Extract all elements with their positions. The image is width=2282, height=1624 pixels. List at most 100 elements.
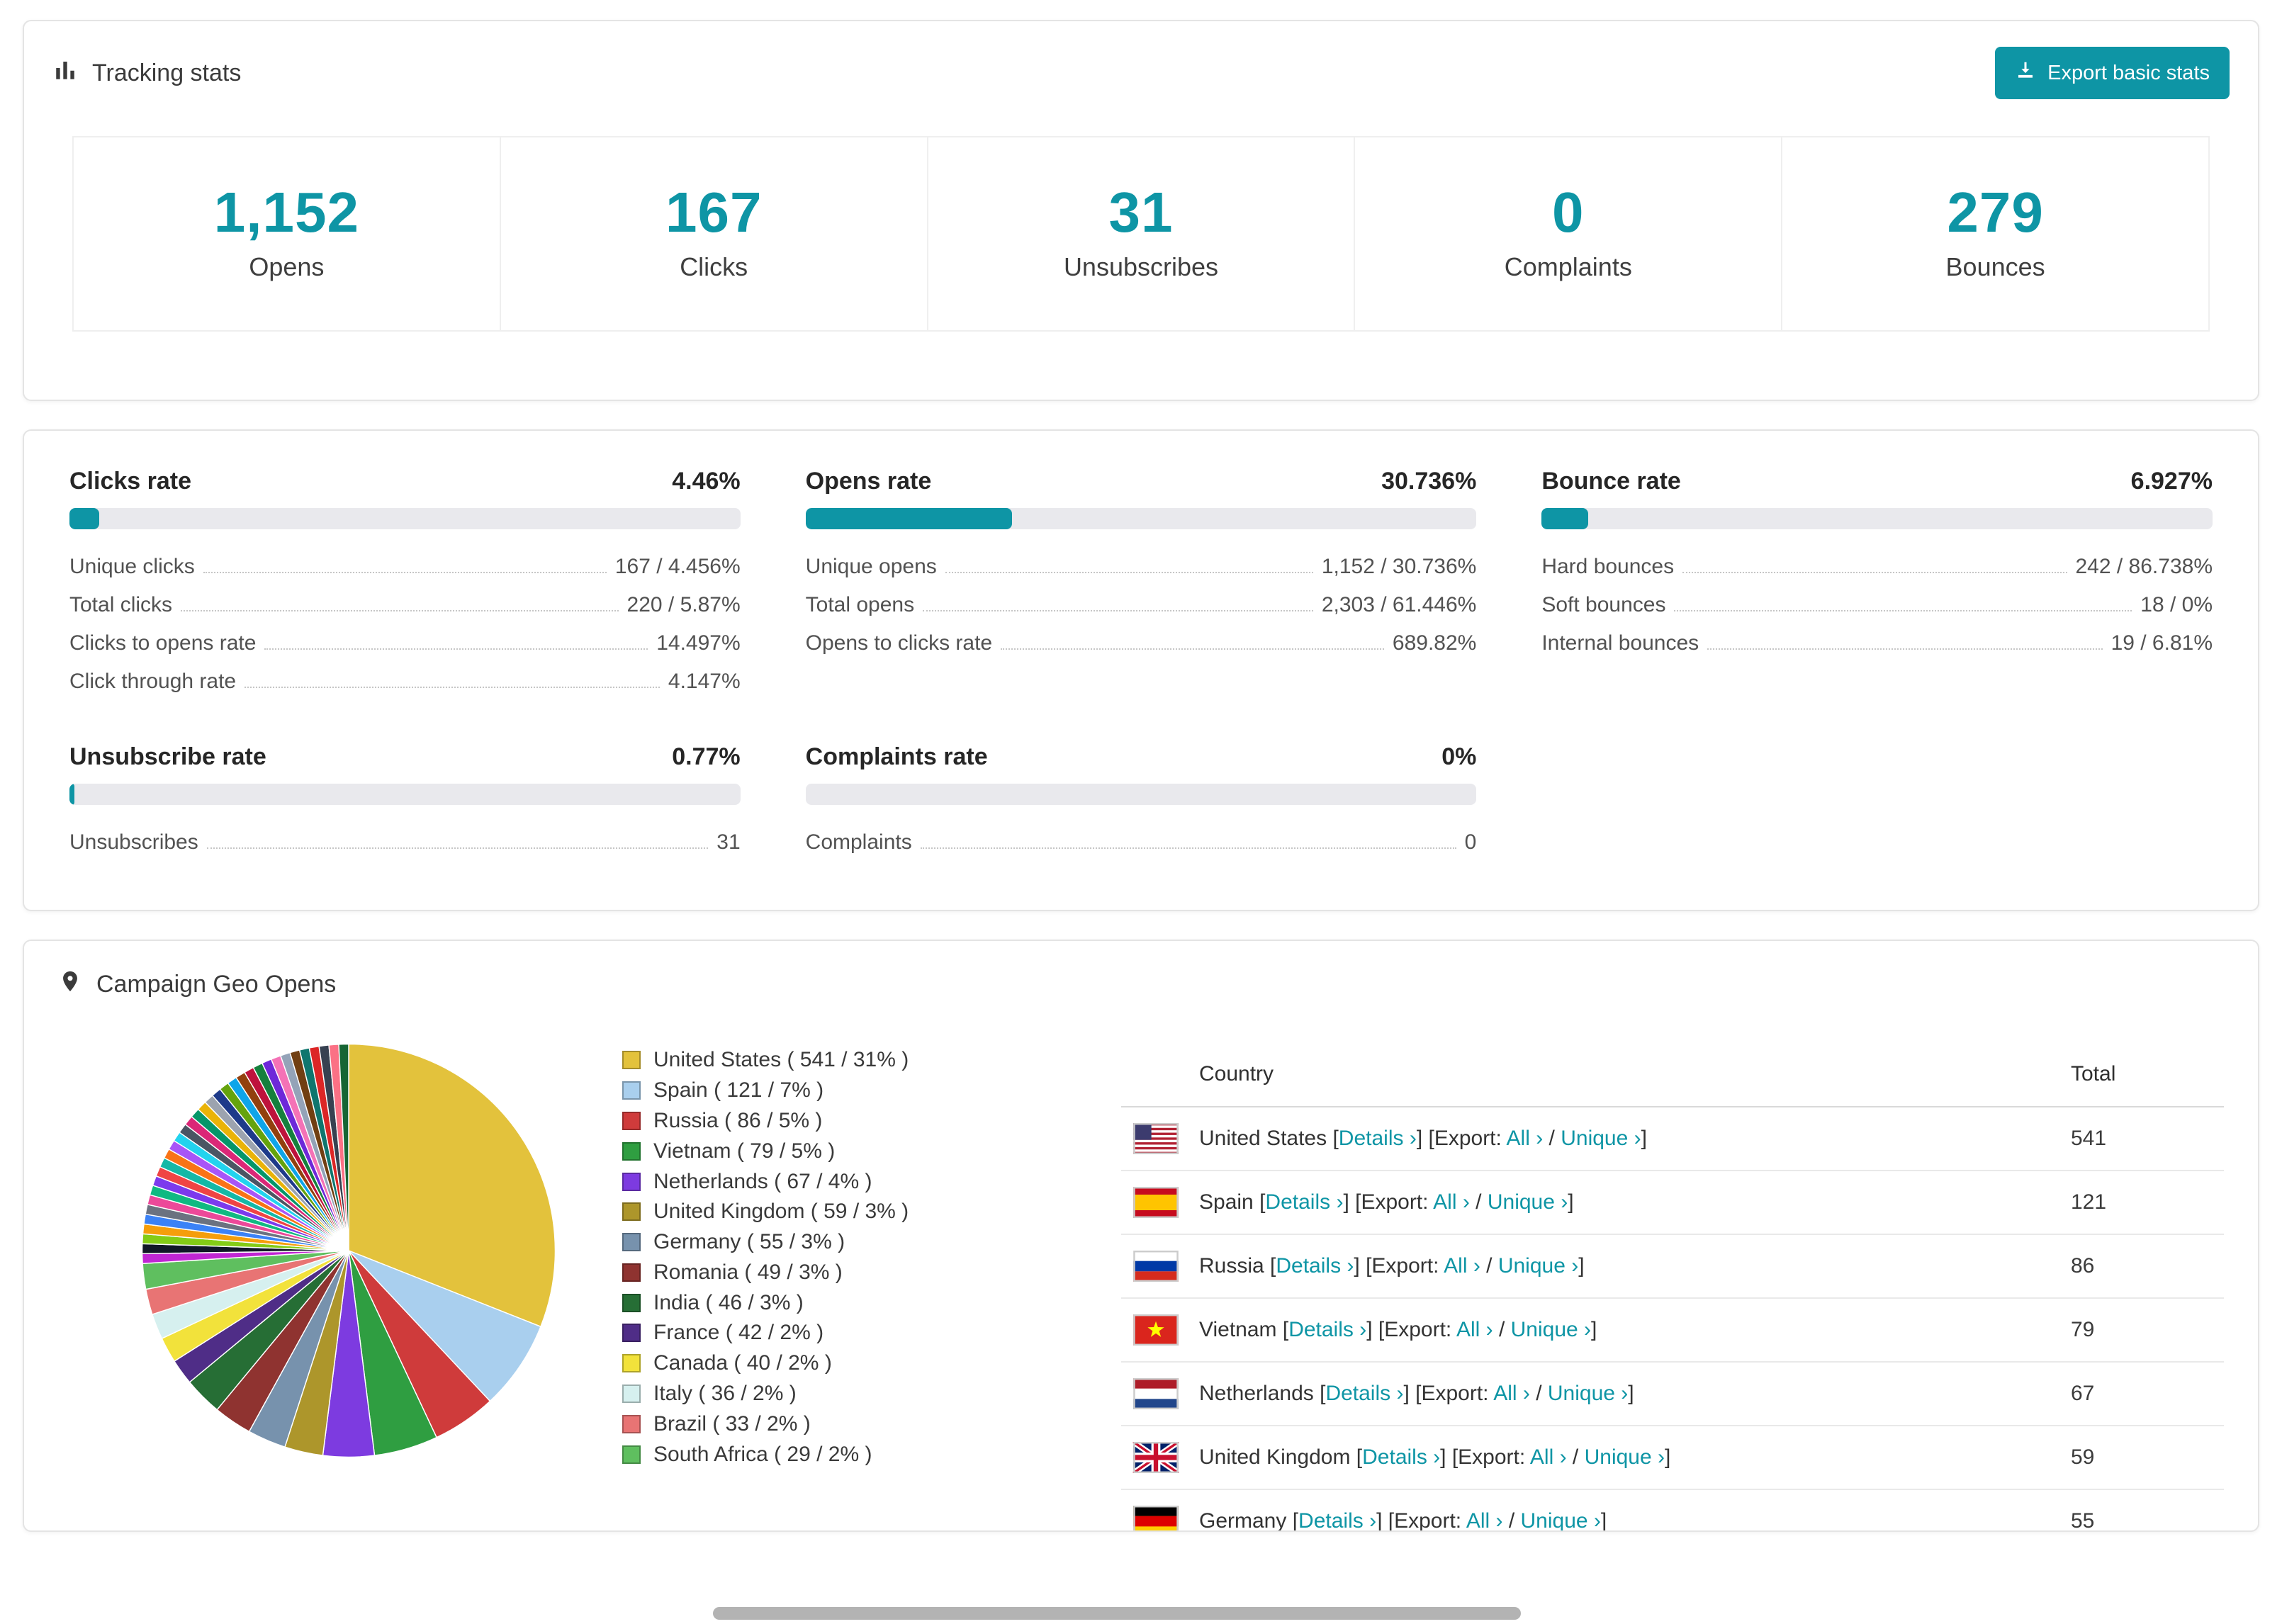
legend-swatch — [622, 1111, 641, 1130]
export-all-link-ru[interactable]: All › — [1444, 1254, 1480, 1278]
export-all-link-vn[interactable]: All › — [1456, 1318, 1493, 1341]
export-all-link-us[interactable]: All › — [1507, 1127, 1544, 1150]
legend-swatch — [622, 1202, 641, 1222]
page-title: Tracking stats — [92, 59, 242, 86]
pie-legend: United States ( 541 / 31% ) Spain ( 121 /… — [622, 1034, 1121, 1530]
bar-chart-icon — [52, 57, 78, 89]
flag-de-icon — [1132, 1506, 1179, 1530]
stat-value: 0 — [1552, 181, 1585, 244]
stat-value: 1,152 — [213, 181, 359, 244]
rate-progress-bar — [69, 784, 741, 805]
rate-title: Bounce rate — [1541, 468, 1681, 495]
stat-label: Unsubscribes — [1063, 252, 1219, 281]
details-link-nl[interactable]: Details › — [1325, 1382, 1403, 1405]
export-unique-link-ru[interactable]: Unique › — [1498, 1254, 1578, 1278]
stats-row: 1,152 Opens 167 Clicks 31 Unsubscribes 0 Compla… — [72, 136, 2210, 332]
details-link-de[interactable]: Details › — [1298, 1509, 1376, 1530]
table-row-nl: Netherlands [Details ›] [Export: All › /… — [1121, 1363, 2224, 1426]
total-column-header: Total — [2071, 1062, 2116, 1086]
rate-value: 6.927% — [2130, 468, 2213, 495]
geo-table: Country Total United States [Details ›] … — [1121, 1051, 2224, 1532]
geo-opens-pie-chart — [141, 1043, 556, 1458]
geo-title-row: Campaign Geo Opens — [58, 969, 2224, 1000]
horizontal-scrollbar-thumb[interactable] — [713, 1607, 1521, 1620]
details-link-vn[interactable]: Details › — [1288, 1318, 1366, 1341]
geo-body: United States ( 541 / 31% ) Spain ( 121 /… — [58, 1034, 2224, 1532]
download-icon — [2015, 60, 2036, 86]
legend-swatch — [622, 1293, 641, 1312]
legend-swatch — [622, 1081, 641, 1100]
legend-item: Netherlands ( 67 / 4% ) — [622, 1166, 1121, 1197]
export-unique-link-nl[interactable]: Unique › — [1548, 1382, 1628, 1405]
legend-label: Russia ( 86 / 5% ) — [653, 1108, 823, 1132]
details-link-es[interactable]: Details › — [1265, 1190, 1343, 1214]
tracking-stats-header: Tracking stats Export basic stats — [52, 47, 2230, 99]
table-row-es: Spain [Details ›] [Export: All › / Uniqu… — [1121, 1171, 2224, 1235]
rate-row: Unique clicks 167 / 4.456% — [69, 555, 741, 578]
legend-label: Canada ( 40 / 2% ) — [653, 1351, 832, 1375]
table-row-de: Germany [Details ›] [Export: All › / Uni… — [1121, 1490, 2224, 1532]
rates-card: Clicks rate 4.46% Unique clicks 167 / 4.456… — [23, 429, 2259, 911]
rate-block-unsubscribe-rate: Unsubscribe rate 0.77% Unsubscribes 31 — [69, 743, 741, 862]
rate-row: Clicks to opens rate 14.497% — [69, 631, 741, 655]
rate-row: Soft bounces 18 / 0% — [1541, 593, 2213, 616]
stat-label: Opens — [249, 252, 325, 281]
export-unique-link-de[interactable]: Unique › — [1521, 1509, 1601, 1530]
export-all-link-nl[interactable]: All › — [1493, 1382, 1530, 1405]
rate-row: Unique opens 1,152 / 30.736% — [805, 555, 1477, 578]
tracking-stats-title: Tracking stats — [52, 57, 241, 89]
legend-swatch — [622, 1051, 641, 1070]
rate-value: 0% — [1441, 743, 1477, 770]
legend-label: South Africa ( 29 / 2% ) — [653, 1442, 872, 1466]
rate-value: 0.77% — [672, 743, 741, 770]
geo-title: Campaign Geo Opens — [96, 971, 337, 998]
map-pin-icon — [58, 969, 82, 1000]
campaign-geo-opens-card: Campaign Geo Opens United States ( 541 /… — [23, 940, 2259, 1532]
total-cell: 541 — [2071, 1127, 2107, 1150]
flag-es-icon — [1132, 1187, 1179, 1218]
stat-value: 167 — [665, 181, 763, 244]
country-cell: Netherlands [Details ›] [Export: All › /… — [1199, 1382, 1634, 1405]
tracking-stats-card: Tracking stats Export basic stats 1,152 O… — [23, 20, 2259, 401]
details-link-ru[interactable]: Details › — [1276, 1254, 1354, 1278]
legend-item: Brazil ( 33 / 2% ) — [622, 1409, 1121, 1439]
export-all-link-es[interactable]: All › — [1433, 1190, 1470, 1214]
rates-grid: Clicks rate 4.46% Unique clicks 167 / 4.456… — [69, 468, 2213, 862]
rate-row: Opens to clicks rate 689.82% — [805, 631, 1477, 655]
stat-complaints: 0 Complaints — [1355, 136, 1783, 332]
export-unique-link-vn[interactable]: Unique › — [1511, 1318, 1591, 1341]
country-cell: United States [Details ›] [Export: All ›… — [1199, 1127, 1647, 1150]
legend-item: Romania ( 49 / 3% ) — [622, 1257, 1121, 1287]
table-header: Country Total — [1121, 1051, 2224, 1107]
details-link-us[interactable]: Details › — [1339, 1127, 1417, 1150]
rate-block-clicks-rate: Clicks rate 4.46% Unique clicks 167 / 4.456… — [69, 468, 741, 701]
legend-label: Italy ( 36 / 2% ) — [653, 1381, 797, 1405]
export-unique-link-gb[interactable]: Unique › — [1585, 1445, 1665, 1469]
export-all-link-de[interactable]: All › — [1466, 1509, 1503, 1530]
country-cell: Germany [Details ›] [Export: All › / Uni… — [1199, 1509, 1607, 1532]
legend-swatch — [622, 1414, 641, 1433]
export-unique-link-us[interactable]: Unique › — [1561, 1127, 1641, 1150]
export-unique-link-es[interactable]: Unique › — [1488, 1190, 1568, 1214]
rate-title: Opens rate — [805, 468, 932, 495]
stat-label: Complaints — [1504, 252, 1632, 281]
total-cell: 67 — [2071, 1382, 2095, 1405]
country-cell: Russia [Details ›] [Export: All › / Uniq… — [1199, 1254, 1585, 1278]
legend-swatch — [622, 1384, 641, 1403]
export-all-link-gb[interactable]: All › — [1530, 1445, 1567, 1469]
flag-us-icon — [1132, 1123, 1179, 1154]
rate-row: Unsubscribes 31 — [69, 830, 741, 854]
legend-label: Germany ( 55 / 3% ) — [653, 1230, 845, 1254]
table-row-gb: United Kingdom [Details ›] [Export: All … — [1121, 1426, 2224, 1490]
legend-swatch — [622, 1445, 641, 1464]
details-link-gb[interactable]: Details › — [1362, 1445, 1440, 1469]
export-basic-stats-button[interactable]: Export basic stats — [1995, 47, 2230, 99]
legend-label: United States ( 541 / 31% ) — [653, 1048, 909, 1072]
flag-ru-icon — [1132, 1251, 1179, 1282]
legend-label: Romania ( 49 / 3% ) — [653, 1260, 843, 1284]
legend-item: United Kingdom ( 59 / 3% ) — [622, 1197, 1121, 1227]
legend-swatch — [622, 1263, 641, 1282]
stat-value: 279 — [1947, 181, 2044, 244]
rate-row: Total clicks 220 / 5.87% — [69, 593, 741, 616]
country-cell: Spain [Details ›] [Export: All › / Uniqu… — [1199, 1190, 1574, 1214]
